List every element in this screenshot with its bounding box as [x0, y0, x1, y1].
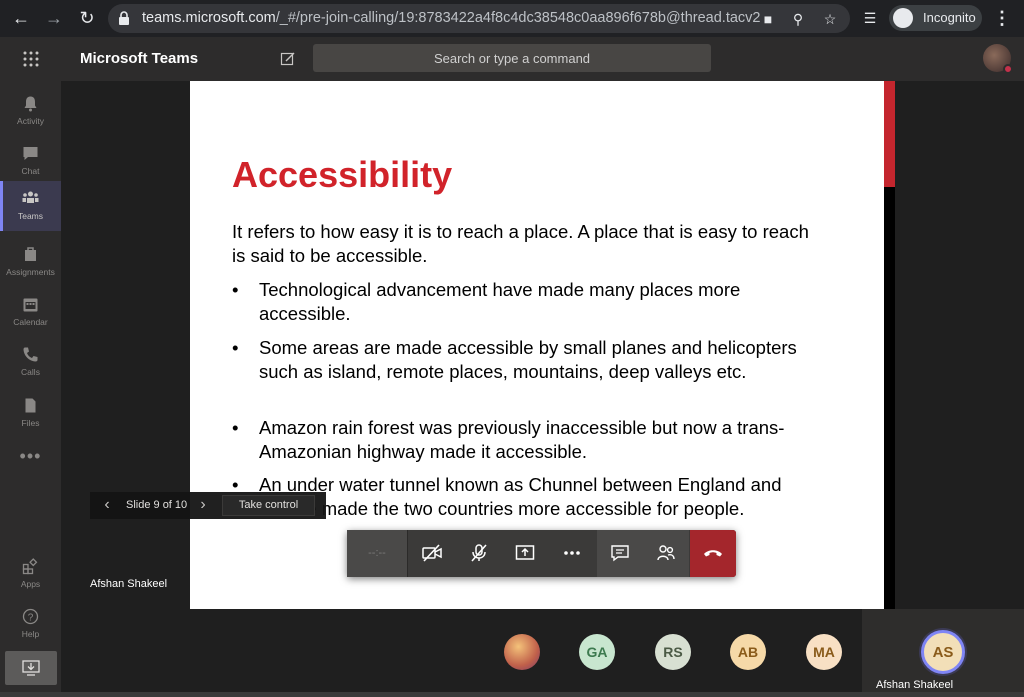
bookmark-star-icon[interactable]: ☆ [820, 9, 840, 29]
more-icon [564, 551, 580, 555]
assignments-icon [25, 247, 36, 261]
download-app-button[interactable] [5, 651, 57, 685]
browser-toolbar: ← → ↻ teams.microsoft.com/_#/pre-join-ca… [0, 0, 1024, 37]
share-screen-icon [515, 545, 535, 560]
share-screen-button[interactable] [502, 530, 548, 577]
rail-item-files[interactable]: Files [0, 388, 61, 438]
rail-item-apps[interactable]: Apps [0, 549, 61, 599]
slide-intro-text: It refers to how easy it is to reach a p… [232, 221, 809, 266]
apps-icon [22, 558, 38, 575]
teams-icon [22, 191, 39, 203]
back-arrow-icon[interactable]: ← [9, 6, 33, 30]
camera-off-button[interactable] [409, 530, 455, 577]
hang-up-icon [704, 550, 722, 557]
show-conversation-button[interactable] [597, 530, 643, 577]
compose-icon[interactable] [280, 51, 296, 67]
reload-icon[interactable]: ↻ [75, 6, 99, 30]
camera-blocked-icon[interactable]: ■ [758, 9, 778, 29]
profile-avatar[interactable] [983, 44, 1013, 74]
presenter-name: Afshan Shakeel [90, 578, 168, 590]
incognito-badge[interactable]: Incognito [889, 5, 982, 31]
participant-avatar-photo[interactable] [504, 634, 540, 670]
participants-icon [657, 545, 675, 561]
call-controls: --:-- [347, 530, 736, 577]
participant-avatar[interactable]: GA [579, 634, 615, 670]
chat-icon [23, 147, 38, 160]
taskbar-strip [0, 692, 1024, 697]
presence-busy-icon [1003, 64, 1013, 74]
camera-off-icon [422, 544, 442, 562]
take-control-button[interactable]: Take control [222, 495, 315, 516]
teams-header: Microsoft Teams Search or type a command [0, 37, 1024, 81]
calendar-icon [23, 298, 38, 312]
previous-slide-icon[interactable]: ‹ [100, 496, 114, 514]
slide-title: Accessibility [232, 154, 453, 195]
call-timer: --:-- [347, 530, 408, 577]
app-title: Microsoft Teams [80, 50, 199, 67]
rail-item-calendar[interactable]: Calendar [0, 287, 61, 337]
show-participants-button[interactable] [643, 530, 689, 577]
self-avatar: AS [921, 630, 965, 674]
svg-text:?: ? [28, 613, 34, 624]
search-input[interactable]: Search or type a command [313, 44, 711, 72]
hang-up-button[interactable] [690, 530, 736, 577]
slide-counter: Slide 9 of 10 [126, 499, 188, 511]
browser-menu-icon[interactable]: ⋮ [990, 6, 1014, 30]
participant-avatar[interactable]: AB [730, 634, 766, 670]
download-icon [22, 660, 40, 676]
participant-avatar[interactable]: RS [655, 634, 691, 670]
slide-scrollbar-thumb[interactable] [884, 81, 895, 187]
address-bar[interactable]: teams.microsoft.com/_#/pre-join-calling/… [108, 4, 850, 33]
zoom-icon[interactable]: ⚲ [788, 9, 808, 29]
microphone-off-icon [471, 544, 487, 562]
participant-avatar[interactable]: MA [806, 634, 842, 670]
bell-icon [24, 96, 37, 112]
lock-icon [119, 11, 129, 25]
conversation-icon [611, 545, 629, 562]
more-apps-icon[interactable]: ••• [0, 446, 61, 467]
media-control-icon[interactable]: ☰ [860, 8, 880, 28]
mute-button[interactable] [456, 530, 502, 577]
url-text: teams.microsoft.com/_#/pre-join-calling/… [142, 10, 761, 26]
app-rail: Activity Chat Teams Assignments Calendar… [0, 81, 61, 697]
more-actions-button[interactable] [549, 530, 595, 577]
rail-item-chat[interactable]: Chat [0, 136, 61, 186]
incognito-icon [893, 8, 913, 28]
app-launcher-icon[interactable] [22, 50, 40, 68]
forward-arrow-icon[interactable]: → [42, 6, 66, 30]
next-slide-icon[interactable]: › [196, 496, 210, 514]
rail-item-help[interactable]: ? Help [0, 599, 61, 649]
help-icon: ? [22, 608, 39, 625]
rail-item-activity[interactable]: Activity [0, 86, 61, 136]
phone-icon [23, 347, 38, 362]
rail-item-teams[interactable]: Teams [0, 181, 61, 231]
teams-call-window: ← → ↻ teams.microsoft.com/_#/pre-join-ca… [0, 0, 1024, 697]
rail-item-assignments[interactable]: Assignments [0, 237, 61, 287]
file-icon [25, 398, 36, 413]
rail-item-calls[interactable]: Calls [0, 337, 61, 387]
self-name: Afshan Shakeel [876, 679, 954, 691]
